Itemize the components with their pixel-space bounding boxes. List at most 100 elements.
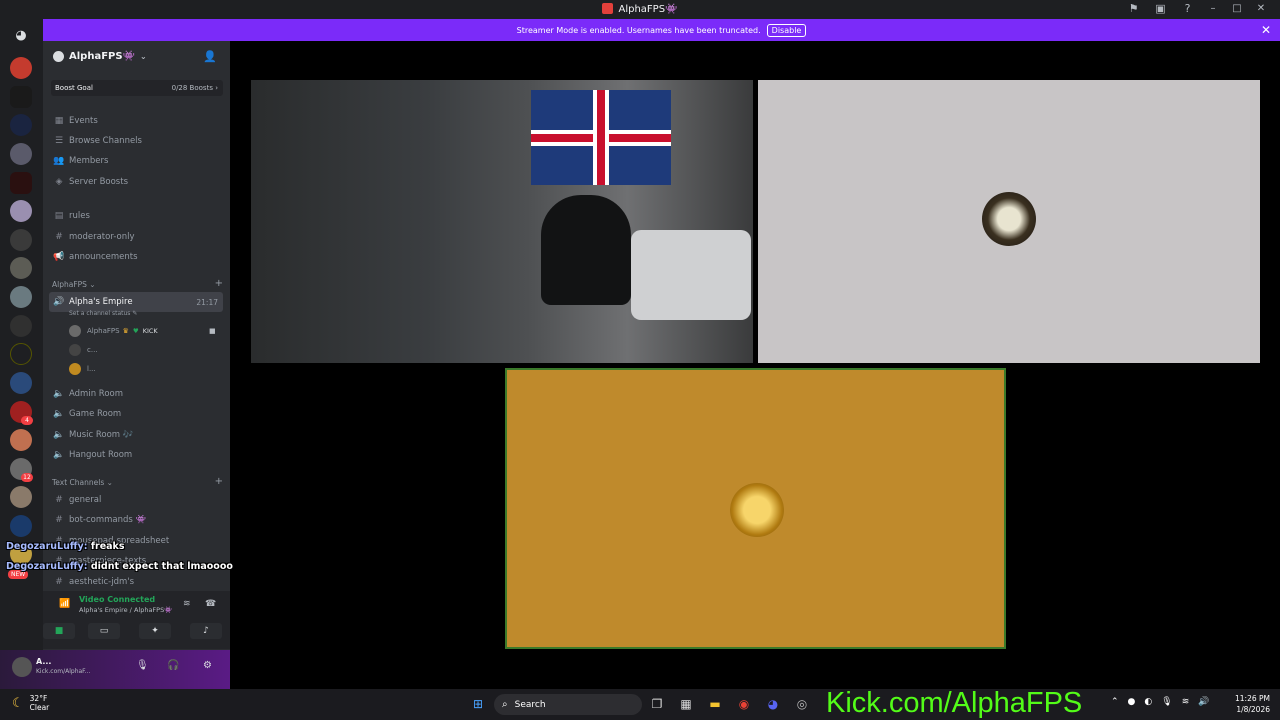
channel-label: bot-commands 👾 (69, 515, 147, 525)
store-icon[interactable]: ▦ (677, 695, 695, 713)
soundboard-button[interactable]: ♪ (190, 623, 222, 639)
invite-people-icon[interactable]: 👤 (203, 50, 217, 63)
tray-app-icon[interactable]: ● (1128, 697, 1136, 707)
channel-moderator-only[interactable]: # moderator-only (49, 228, 223, 246)
chevron-up-icon[interactable]: ⌃ (1111, 697, 1119, 707)
noise-suppression-icon[interactable]: ≋ (183, 599, 191, 609)
status-label: Set a channel status (69, 310, 131, 317)
server-icon[interactable] (10, 486, 32, 508)
close-banner-icon[interactable]: ✕ (1261, 23, 1271, 37)
user-panel: A... Kick.com/AlphaF... 🎙 🎧 ⚙ (0, 650, 230, 689)
channel-status-hint[interactable]: Set a channel status ✎ (69, 310, 137, 317)
disconnect-icon[interactable]: ☎ (205, 599, 216, 609)
channel-bot-commands[interactable]: # bot-commands 👾 (49, 511, 223, 529)
speaker-icon: 🔈 (53, 450, 65, 460)
activities-button[interactable]: ✦ (139, 623, 171, 639)
banner-text: Streamer Mode is enabled. Usernames have… (516, 25, 761, 35)
webcam-video-tile[interactable] (251, 80, 753, 363)
settings-gear-icon[interactable]: ⚙ (203, 660, 212, 671)
voice-channel-hangout-room[interactable]: 🔈 Hangout Room (49, 446, 223, 464)
category-text-channels[interactable]: Text Channels ⌄ + (52, 477, 223, 488)
user-name[interactable]: A... (36, 657, 51, 666)
server-icon[interactable] (10, 172, 32, 194)
hash-icon: # (55, 232, 63, 242)
wifi-icon[interactable]: ≋ (1182, 697, 1190, 707)
voice-timer: 21:17 (196, 297, 218, 307)
skull-avatar (982, 192, 1036, 246)
weather-condition: Clear (29, 703, 50, 712)
menu-browse-channels[interactable]: ☰ Browse Channels (49, 132, 223, 150)
flag-backdrop (531, 90, 671, 185)
discord-taskbar-icon[interactable]: ◕ (764, 695, 782, 713)
taskbar-clock[interactable]: 11:26 PM 1/8/2026 (1222, 693, 1270, 715)
microphone-icon[interactable]: 🎙 (136, 660, 149, 671)
headphones-icon[interactable]: 🎧 (167, 660, 179, 671)
channel-aesthetic-jdms[interactable]: # aesthetic-jdm's (49, 573, 223, 591)
task-view-icon[interactable]: ❐ (648, 695, 666, 713)
menu-members[interactable]: 👥 Members (49, 152, 223, 170)
voice-user[interactable]: AlphaFPS ♛ ♥ KICK ■ (69, 323, 216, 339)
server-icon[interactable] (10, 343, 32, 365)
voice-channel-alphas-empire[interactable]: 🔊 Alpha's Empire 21:17 (49, 292, 223, 312)
volume-icon[interactable]: 🔊 (1198, 697, 1209, 707)
menu-events[interactable]: ▦ Events (49, 112, 223, 130)
server-icon[interactable] (10, 229, 32, 251)
add-channel-icon[interactable]: + (215, 279, 223, 289)
weather-widget[interactable]: ☾ 32°F Clear (12, 694, 49, 712)
taskbar-search[interactable]: ⌕ Search (494, 694, 642, 715)
channel-rules[interactable]: ▤ rules (49, 207, 223, 225)
menu-server-boosts[interactable]: ◈ Server Boosts (49, 173, 223, 191)
maximize-button[interactable]: □ (1232, 3, 1242, 14)
file-explorer-icon[interactable]: ▬ (706, 695, 724, 713)
discord-home-icon[interactable]: ◕ (10, 25, 32, 47)
minimize-button[interactable]: – (1208, 3, 1218, 14)
rules-icon: ▤ (54, 211, 64, 221)
moon-icon: ☾ (12, 695, 24, 711)
server-icon[interactable] (10, 286, 32, 308)
tray-app-icon[interactable]: ◐ (1144, 697, 1152, 707)
server-icon[interactable] (10, 143, 32, 165)
category-alphafps[interactable]: AlphaFPS ⌄ + (52, 279, 223, 290)
server-icon[interactable] (10, 200, 32, 222)
channel-announcements[interactable]: 📢 announcements (49, 248, 223, 266)
voice-channel-music-room[interactable]: 🔈 Music Room 🎶 (49, 426, 223, 444)
disable-streamer-mode-button[interactable]: Disable (766, 23, 807, 37)
server-icon[interactable] (10, 57, 32, 79)
voice-status-title[interactable]: Video Connected (79, 595, 155, 604)
microphone-tray-icon[interactable]: 🎙 (1161, 697, 1172, 707)
user-status: Kick.com/AlphaF... (36, 668, 91, 675)
add-channel-icon[interactable]: + (215, 477, 223, 487)
steam-icon[interactable]: ◎ (793, 695, 811, 713)
signal-icon[interactable]: 📶 (59, 599, 70, 609)
server-icon[interactable] (10, 257, 32, 279)
flag-icon[interactable]: ⚑ (1127, 2, 1140, 15)
inbox-icon[interactable]: ▣ (1154, 2, 1167, 15)
camera-button[interactable]: ■ (43, 623, 75, 639)
voice-status-subtitle[interactable]: Alpha's Empire / AlphaFPS👾 (79, 606, 172, 614)
voice-channel-game-room[interactable]: 🔈 Game Room (49, 405, 223, 423)
clock-time: 11:26 PM (1235, 694, 1270, 703)
server-icon[interactable] (10, 315, 32, 337)
server-header[interactable]: AlphaFPS👾 ⌄ 👤 (43, 41, 230, 72)
participant-video-tile[interactable] (758, 80, 1260, 363)
participant-video-tile[interactable] (505, 368, 1006, 649)
channel-general[interactable]: # general (49, 491, 223, 509)
help-icon[interactable]: ? (1181, 2, 1194, 15)
server-icon[interactable] (10, 114, 32, 136)
screen-share-button[interactable]: ▭ (88, 623, 120, 639)
server-icon[interactable] (10, 515, 32, 537)
voice-user[interactable]: l... (69, 361, 96, 377)
start-button-icon[interactable]: ⊞ (469, 695, 487, 713)
server-icon[interactable] (10, 86, 32, 108)
server-icon[interactable] (10, 372, 32, 394)
boost-goal-bar[interactable]: Boost Goal 0/28 Boosts › (51, 80, 223, 96)
close-window-button[interactable]: ✕ (1256, 3, 1266, 14)
voice-channel-admin-room[interactable]: 🔈 Admin Room (49, 385, 223, 403)
server-icon[interactable] (10, 429, 32, 451)
server-guide-icon (53, 51, 64, 62)
category-label: Text Channels (52, 478, 105, 487)
boost-icon: ◈ (55, 177, 63, 187)
voice-user[interactable]: c... (69, 342, 98, 358)
chrome-icon[interactable]: ◉ (735, 695, 753, 713)
avatar[interactable] (12, 657, 32, 677)
